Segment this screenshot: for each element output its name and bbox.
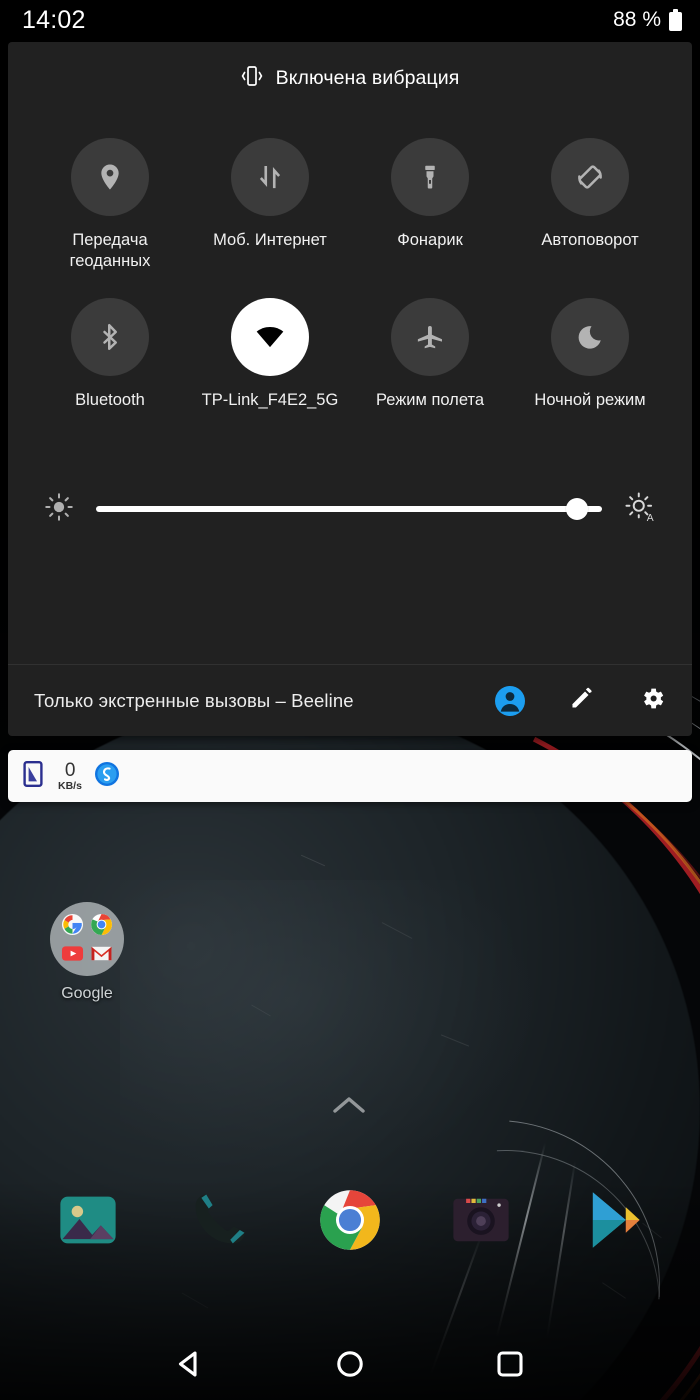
tile-bluetooth-label: Bluetooth — [75, 391, 145, 409]
ringer-status-label: Включена вибрация — [275, 66, 460, 89]
photos-icon — [59, 1196, 116, 1244]
network-speed-value: 0 — [64, 759, 76, 781]
network-speed-unit: KB/s — [58, 779, 82, 792]
airplane-icon — [417, 326, 442, 349]
tile-location[interactable]: Передача геоданных — [30, 138, 190, 272]
location-pin-icon — [101, 164, 119, 190]
gmail-icon — [91, 946, 112, 961]
youtube-icon — [61, 946, 84, 961]
tile-airplane-mode-circle[interactable] — [391, 298, 469, 376]
user-avatar-icon[interactable] — [495, 685, 525, 716]
tile-mobile-data-circle[interactable] — [231, 138, 309, 216]
chrome-icon — [90, 913, 113, 936]
shazam-icon[interactable] — [94, 761, 120, 792]
tile-bluetooth-circle[interactable] — [71, 298, 149, 376]
footer-action-group — [495, 685, 666, 717]
quick-settings-panel[interactable]: Включена вибрация Передача геоданных Моб… — [8, 42, 692, 736]
data-usage-icon — [22, 760, 44, 793]
brightness-auto-icon[interactable]: A — [624, 491, 656, 528]
tile-night-mode-label: Ночной режим — [534, 391, 646, 409]
folder-google[interactable]: Google — [50, 902, 124, 1003]
chrome-icon — [320, 1190, 380, 1250]
tile-auto-rotate-label: Автоповорот — [541, 231, 639, 249]
tile-wifi-circle[interactable] — [231, 298, 309, 376]
dock — [0, 1178, 700, 1262]
battery-icon — [669, 9, 682, 31]
flashlight-icon — [425, 165, 435, 189]
night-mode-icon — [578, 326, 601, 349]
phone-icon — [195, 1194, 245, 1244]
network-speed-indicator: 0 KB/s — [58, 761, 82, 792]
tile-flashlight-circle[interactable] — [391, 138, 469, 216]
svg-text:A: A — [647, 513, 654, 523]
brightness-slider-thumb[interactable] — [565, 498, 588, 520]
mobile-data-icon — [259, 165, 281, 189]
tile-bluetooth[interactable]: Bluetooth — [30, 298, 190, 411]
tile-airplane-mode[interactable]: Режим полета — [350, 298, 510, 411]
recents-square-icon[interactable] — [480, 1334, 540, 1394]
auto-rotate-icon — [578, 165, 602, 189]
quick-settings-row-1: Передача геоданных Моб. Интернет Фонарик — [8, 138, 692, 272]
tile-mobile-data-label: Моб. Интернет — [213, 231, 327, 249]
quick-settings-row-2: Bluetooth TP-Link_F4E2_5G Режим полета Н… — [8, 298, 692, 411]
status-bar-clock: 14:02 — [22, 5, 86, 34]
brightness-low-icon — [44, 492, 74, 527]
tile-flashlight-label: Фонарик — [397, 231, 463, 249]
tile-auto-rotate-circle[interactable] — [551, 138, 629, 216]
tile-wifi[interactable]: TP-Link_F4E2_5G — [190, 298, 350, 411]
tile-auto-rotate[interactable]: Автоповорот — [510, 138, 670, 272]
ringer-status-row[interactable]: Включена вибрация — [8, 42, 692, 114]
dock-item-photos[interactable] — [54, 1186, 122, 1254]
tile-night-mode-circle[interactable] — [551, 298, 629, 376]
tile-mobile-data[interactable]: Моб. Интернет — [190, 138, 350, 272]
dock-item-camera[interactable] — [447, 1186, 515, 1254]
notification-card[interactable]: 0 KB/s — [8, 750, 692, 802]
status-bar-right-group: 88 % — [613, 8, 682, 32]
quick-settings-footer: Только экстренные вызовы – Beeline — [8, 664, 692, 736]
bluetooth-icon — [103, 324, 117, 350]
carrier-status-label: Только экстренные вызовы – Beeline — [34, 689, 354, 711]
tile-flashlight[interactable]: Фонарик — [350, 138, 510, 272]
tile-night-mode[interactable]: Ночной режим — [510, 298, 670, 411]
dock-item-chrome[interactable] — [316, 1186, 384, 1254]
pencil-icon[interactable] — [569, 685, 595, 716]
play-store-icon — [593, 1192, 640, 1248]
google-icon — [61, 913, 84, 936]
tile-location-label: Передача геоданных — [69, 231, 151, 270]
tile-location-circle[interactable] — [71, 138, 149, 216]
vibration-icon — [241, 64, 263, 93]
wifi-icon — [256, 327, 284, 348]
tile-airplane-mode-label: Режим полета — [375, 391, 484, 409]
navigation-bar — [0, 1328, 700, 1400]
dock-item-play-store[interactable] — [578, 1186, 646, 1254]
home-circle-icon[interactable] — [320, 1334, 380, 1394]
status-bar: 14:02 88 % — [0, 0, 700, 40]
camera-icon — [453, 1198, 509, 1242]
tile-wifi-label: TP-Link_F4E2_5G — [201, 391, 339, 409]
dock-item-phone[interactable] — [185, 1186, 253, 1254]
gear-icon[interactable] — [639, 685, 666, 717]
back-triangle-icon[interactable] — [160, 1334, 220, 1394]
battery-percent-label: 88 % — [613, 8, 661, 31]
folder-google-label: Google — [61, 985, 113, 1002]
brightness-slider[interactable] — [96, 498, 602, 520]
folder-google-preview[interactable] — [50, 902, 124, 976]
chevron-up-icon[interactable] — [331, 1094, 367, 1121]
brightness-row[interactable]: A — [8, 481, 692, 537]
